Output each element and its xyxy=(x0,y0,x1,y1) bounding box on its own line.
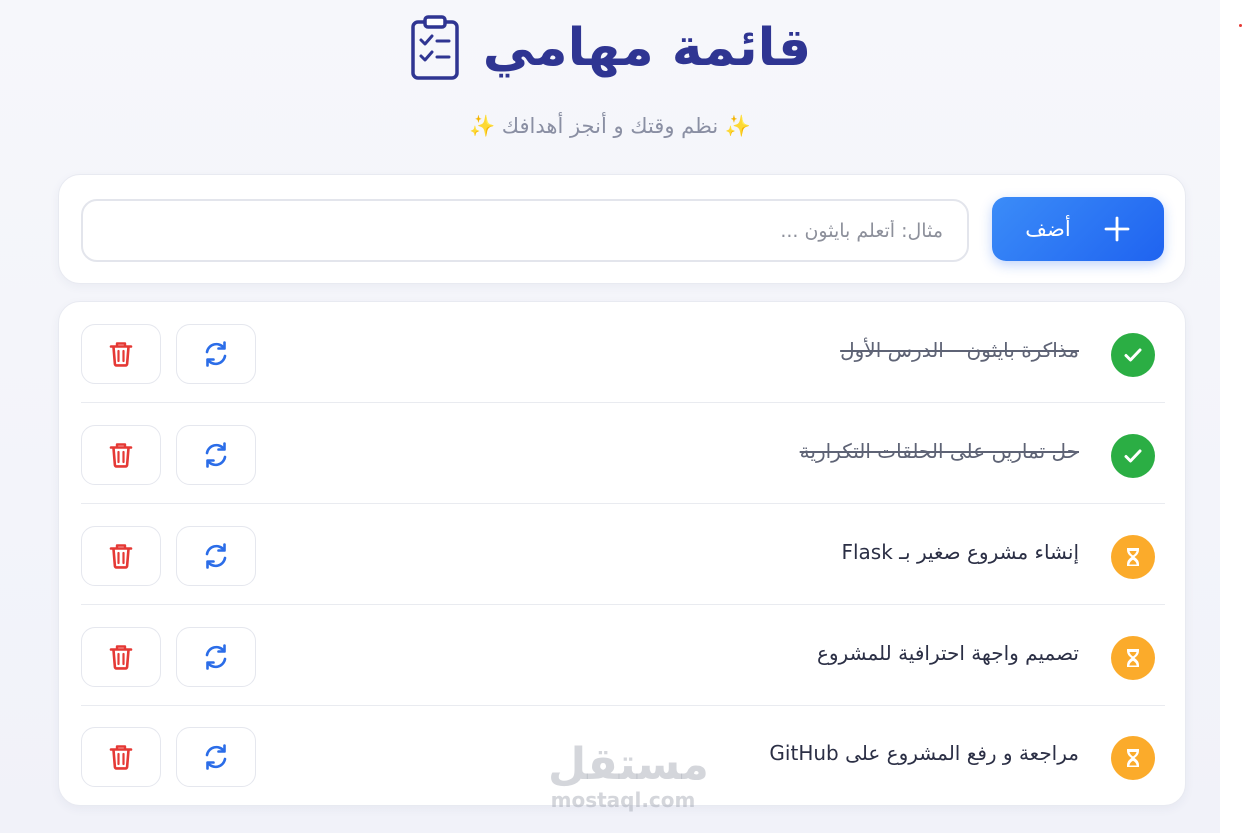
task-list: مذاكرة بايثون – الدرس الأول حل تمارين عل… xyxy=(58,301,1186,806)
trash-icon xyxy=(109,342,133,367)
task-text: حل تمارين على الحلقات التكرارية xyxy=(799,439,1079,463)
list-item: تصميم واجهة احترافية للمشروع xyxy=(81,605,1165,706)
refresh-icon xyxy=(205,543,227,569)
side-strip xyxy=(1220,0,1245,833)
delete-task-button[interactable] xyxy=(81,526,161,586)
task-input[interactable] xyxy=(81,199,969,262)
page-subtitle: ✨ نظم وقتك و أنجز أهدافك ✨ xyxy=(0,114,1220,139)
hourglass-icon xyxy=(1111,535,1155,579)
toggle-status-button[interactable] xyxy=(176,727,256,787)
sparkles-icon: ✨ xyxy=(724,114,752,138)
task-text: مراجعة و رفع المشروع على GitHub xyxy=(769,741,1079,765)
refresh-icon xyxy=(205,644,227,670)
trash-icon xyxy=(109,544,133,569)
header: قائمة مهامي xyxy=(0,8,1220,88)
refresh-icon xyxy=(205,341,227,367)
check-circle-icon xyxy=(1111,333,1155,377)
toggle-status-button[interactable] xyxy=(176,324,256,384)
indicator-dot xyxy=(1239,24,1242,27)
add-task-button[interactable]: أضف xyxy=(992,197,1164,261)
sparkles-icon: ✨ xyxy=(468,114,496,138)
list-item: مذاكرة بايثون – الدرس الأول xyxy=(81,302,1165,403)
refresh-icon xyxy=(205,744,227,770)
trash-icon xyxy=(109,645,133,670)
task-text: إنشاء مشروع صغير بـ Flask xyxy=(841,540,1079,564)
add-task-button-label: أضف xyxy=(1025,217,1071,241)
delete-task-button[interactable] xyxy=(81,324,161,384)
delete-task-button[interactable] xyxy=(81,727,161,787)
task-text: مذاكرة بايثون – الدرس الأول xyxy=(840,338,1079,362)
list-item: حل تمارين على الحلقات التكرارية xyxy=(81,403,1165,504)
add-task-card: أضف xyxy=(58,174,1186,284)
toggle-status-button[interactable] xyxy=(176,627,256,687)
trash-icon xyxy=(109,443,133,468)
delete-task-button[interactable] xyxy=(81,627,161,687)
hourglass-icon xyxy=(1111,636,1155,680)
task-text: تصميم واجهة احترافية للمشروع xyxy=(816,641,1079,665)
trash-icon xyxy=(109,745,133,770)
subtitle-text: نظم وقتك و أنجز أهدافك xyxy=(501,114,719,138)
toggle-status-button[interactable] xyxy=(176,425,256,485)
clipboard-checklist-icon xyxy=(411,15,459,80)
plus-icon xyxy=(1104,216,1130,242)
hourglass-icon xyxy=(1111,736,1155,780)
list-item: إنشاء مشروع صغير بـ Flask xyxy=(81,504,1165,605)
page-title: قائمة مهامي xyxy=(482,18,812,78)
delete-task-button[interactable] xyxy=(81,425,161,485)
list-item: مراجعة و رفع المشروع على GitHub xyxy=(81,705,1165,806)
refresh-icon xyxy=(205,442,227,468)
toggle-status-button[interactable] xyxy=(176,526,256,586)
check-circle-icon xyxy=(1111,434,1155,478)
app-window: قائمة مهامي ✨ نظم وقتك و أنجز أهدافك ✨ أ… xyxy=(0,0,1220,833)
